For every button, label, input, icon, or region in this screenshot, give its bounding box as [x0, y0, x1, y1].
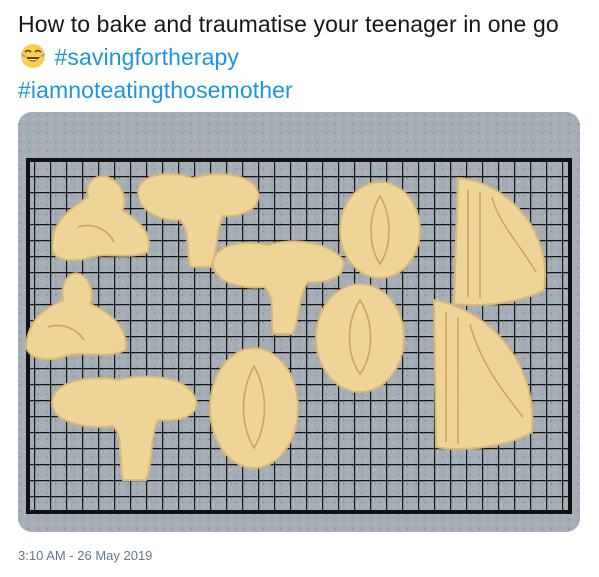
tweet-text: How to bake and traumatise your teenager… — [18, 8, 588, 107]
tweet-photo[interactable] — [18, 112, 580, 532]
hashtag-link-savingfortherapy[interactable]: #savingfortherapy — [55, 44, 240, 70]
tweet-timestamp[interactable]: 3:10 AM - 26 May 2019 — [18, 548, 152, 563]
face-with-tears-of-joy-icon — [20, 43, 46, 69]
hashtag-link-iamnoteatingthosemother[interactable]: #iamnoteatingthosemother — [18, 77, 293, 103]
tweet-text-body: How to bake and traumatise your teenager… — [18, 11, 559, 37]
tweet: How to bake and traumatise your teenager… — [0, 0, 599, 577]
